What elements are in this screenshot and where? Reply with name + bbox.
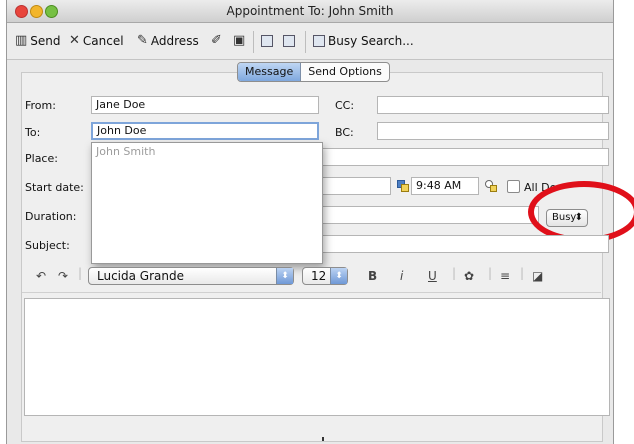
place-label: Place: xyxy=(25,152,58,165)
start-date-label: Start date: xyxy=(25,181,84,194)
bold-button[interactable]: B xyxy=(368,269,377,283)
to-field[interactable]: John Doe xyxy=(91,122,319,140)
send-button[interactable]: ▥ Send xyxy=(15,33,61,49)
start-date-field[interactable] xyxy=(319,177,391,195)
busy-search-button[interactable]: Busy Search... xyxy=(313,33,414,49)
font-family-select[interactable]: Lucida Grande ⬍ xyxy=(88,267,294,285)
save-draft-button[interactable]: ▣ xyxy=(233,33,245,49)
all-day-checkbox[interactable] xyxy=(507,180,520,193)
cc-field[interactable] xyxy=(377,96,609,114)
address-button[interactable]: ✎ Address xyxy=(137,33,199,49)
message-body-area[interactable] xyxy=(24,298,610,416)
to-autocomplete-list: John Smith xyxy=(91,142,323,264)
calendar-view-button[interactable] xyxy=(261,33,273,49)
address-label: Address xyxy=(150,34,199,48)
busy-search-label: Busy Search... xyxy=(328,34,414,48)
time-picker-icon[interactable] xyxy=(485,180,497,192)
tab-send-options[interactable]: Send Options xyxy=(301,63,389,81)
duration-label: Duration: xyxy=(25,210,77,223)
calendar-icon xyxy=(261,35,273,47)
tab-message[interactable]: Message xyxy=(238,63,302,81)
attach-button[interactable]: ✐ xyxy=(211,33,222,49)
duration-field[interactable] xyxy=(319,206,539,224)
view-tabs: Message Send Options xyxy=(237,62,390,82)
paperclip-icon: ✐ xyxy=(211,33,222,48)
format-divider-2: | xyxy=(452,266,457,280)
window-title: Appointment To: John Smith xyxy=(226,4,394,18)
undo-icon[interactable]: ↶ xyxy=(36,269,46,283)
format-divider: | xyxy=(78,266,83,280)
font-select-arrow-icon: ⬍ xyxy=(276,268,293,284)
bc-label: BC: xyxy=(335,126,354,139)
format-divider-4: | xyxy=(520,266,525,280)
toolbar-divider-2 xyxy=(305,31,306,53)
from-field[interactable]: Jane Doe xyxy=(91,96,319,114)
title-bar: Appointment To: John Smith xyxy=(7,0,613,23)
cancel-button[interactable]: ✕ Cancel xyxy=(69,33,124,49)
format-toolbar: ↶ ↷ | Lucida Grande ⬍ 12 ⬍ B i U | ✿ | ≡… xyxy=(22,262,601,293)
toolbar: ▥ Send ✕ Cancel ✎ Address ✐ ▣ Busy Searc… xyxy=(7,23,613,60)
cancel-label: Cancel xyxy=(82,34,124,48)
autocomplete-item[interactable]: John Smith xyxy=(92,143,322,160)
schedule-icon xyxy=(283,35,295,47)
resize-handle-icon[interactable] xyxy=(322,437,324,441)
font-size-value: 12 xyxy=(311,269,327,283)
highlight-circle xyxy=(528,181,634,243)
insert-image-icon[interactable]: ◪ xyxy=(532,269,543,283)
subject-label: Subject: xyxy=(25,239,70,252)
font-family-value: Lucida Grande xyxy=(97,269,184,283)
from-label: From: xyxy=(25,99,56,112)
date-picker-icon[interactable] xyxy=(397,180,409,192)
bc-field[interactable] xyxy=(377,122,609,140)
disk-icon: ▣ xyxy=(233,33,246,48)
place-field[interactable] xyxy=(319,148,609,166)
font-size-select[interactable]: 12 ⬍ xyxy=(302,267,348,285)
send-icon: ▥ xyxy=(15,33,28,48)
start-time-field[interactable]: 9:48 AM xyxy=(411,177,479,195)
send-label: Send xyxy=(30,34,61,48)
subject-field[interactable] xyxy=(319,235,609,253)
schedule-view-button[interactable] xyxy=(283,33,295,49)
appointment-window: Appointment To: John Smith ▥ Send ✕ Canc… xyxy=(6,0,634,444)
italic-button[interactable]: i xyxy=(400,269,403,283)
redo-icon[interactable]: ↷ xyxy=(58,269,68,283)
format-divider-3: | xyxy=(488,266,493,280)
cancel-icon: ✕ xyxy=(69,33,80,48)
busy-search-icon xyxy=(313,35,325,47)
address-book-icon: ✎ xyxy=(137,33,148,48)
align-icon[interactable]: ≡ xyxy=(500,269,510,283)
size-select-arrow-icon: ⬍ xyxy=(330,268,347,284)
toolbar-divider xyxy=(253,31,254,53)
color-picker-icon[interactable]: ✿ xyxy=(464,269,474,283)
cc-label: CC: xyxy=(335,99,355,112)
to-label: To: xyxy=(25,126,41,139)
underline-button[interactable]: U xyxy=(428,269,437,283)
